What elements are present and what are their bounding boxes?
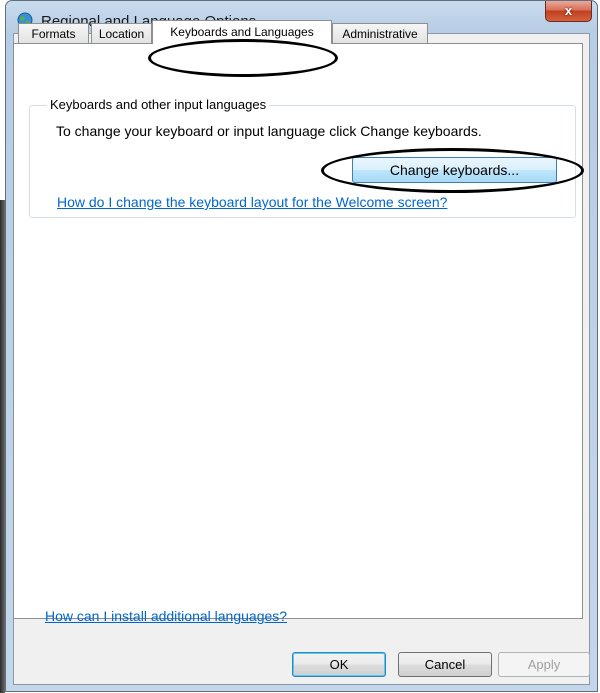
- apply-button[interactable]: Apply: [498, 652, 590, 677]
- groupbox-title: Keyboards and other input languages: [47, 97, 270, 112]
- groupbox-description: To change your keyboard or input languag…: [56, 123, 482, 139]
- welcome-screen-layout-link[interactable]: How do I change the keyboard layout for …: [57, 194, 447, 210]
- tab-location[interactable]: Location: [91, 23, 152, 43]
- change-keyboards-button[interactable]: Change keyboards...: [352, 157, 557, 183]
- tab-administrative[interactable]: Administrative: [332, 23, 428, 43]
- install-languages-link[interactable]: How can I install additional languages?: [45, 608, 287, 624]
- tab-keyboards-and-languages[interactable]: Keyboards and Languages: [152, 20, 332, 44]
- close-button[interactable]: x: [545, 1, 592, 22]
- cancel-button[interactable]: Cancel: [398, 652, 492, 677]
- close-icon: x: [564, 3, 573, 18]
- ok-button[interactable]: OK: [292, 652, 386, 677]
- tab-formats[interactable]: Formats: [18, 23, 89, 43]
